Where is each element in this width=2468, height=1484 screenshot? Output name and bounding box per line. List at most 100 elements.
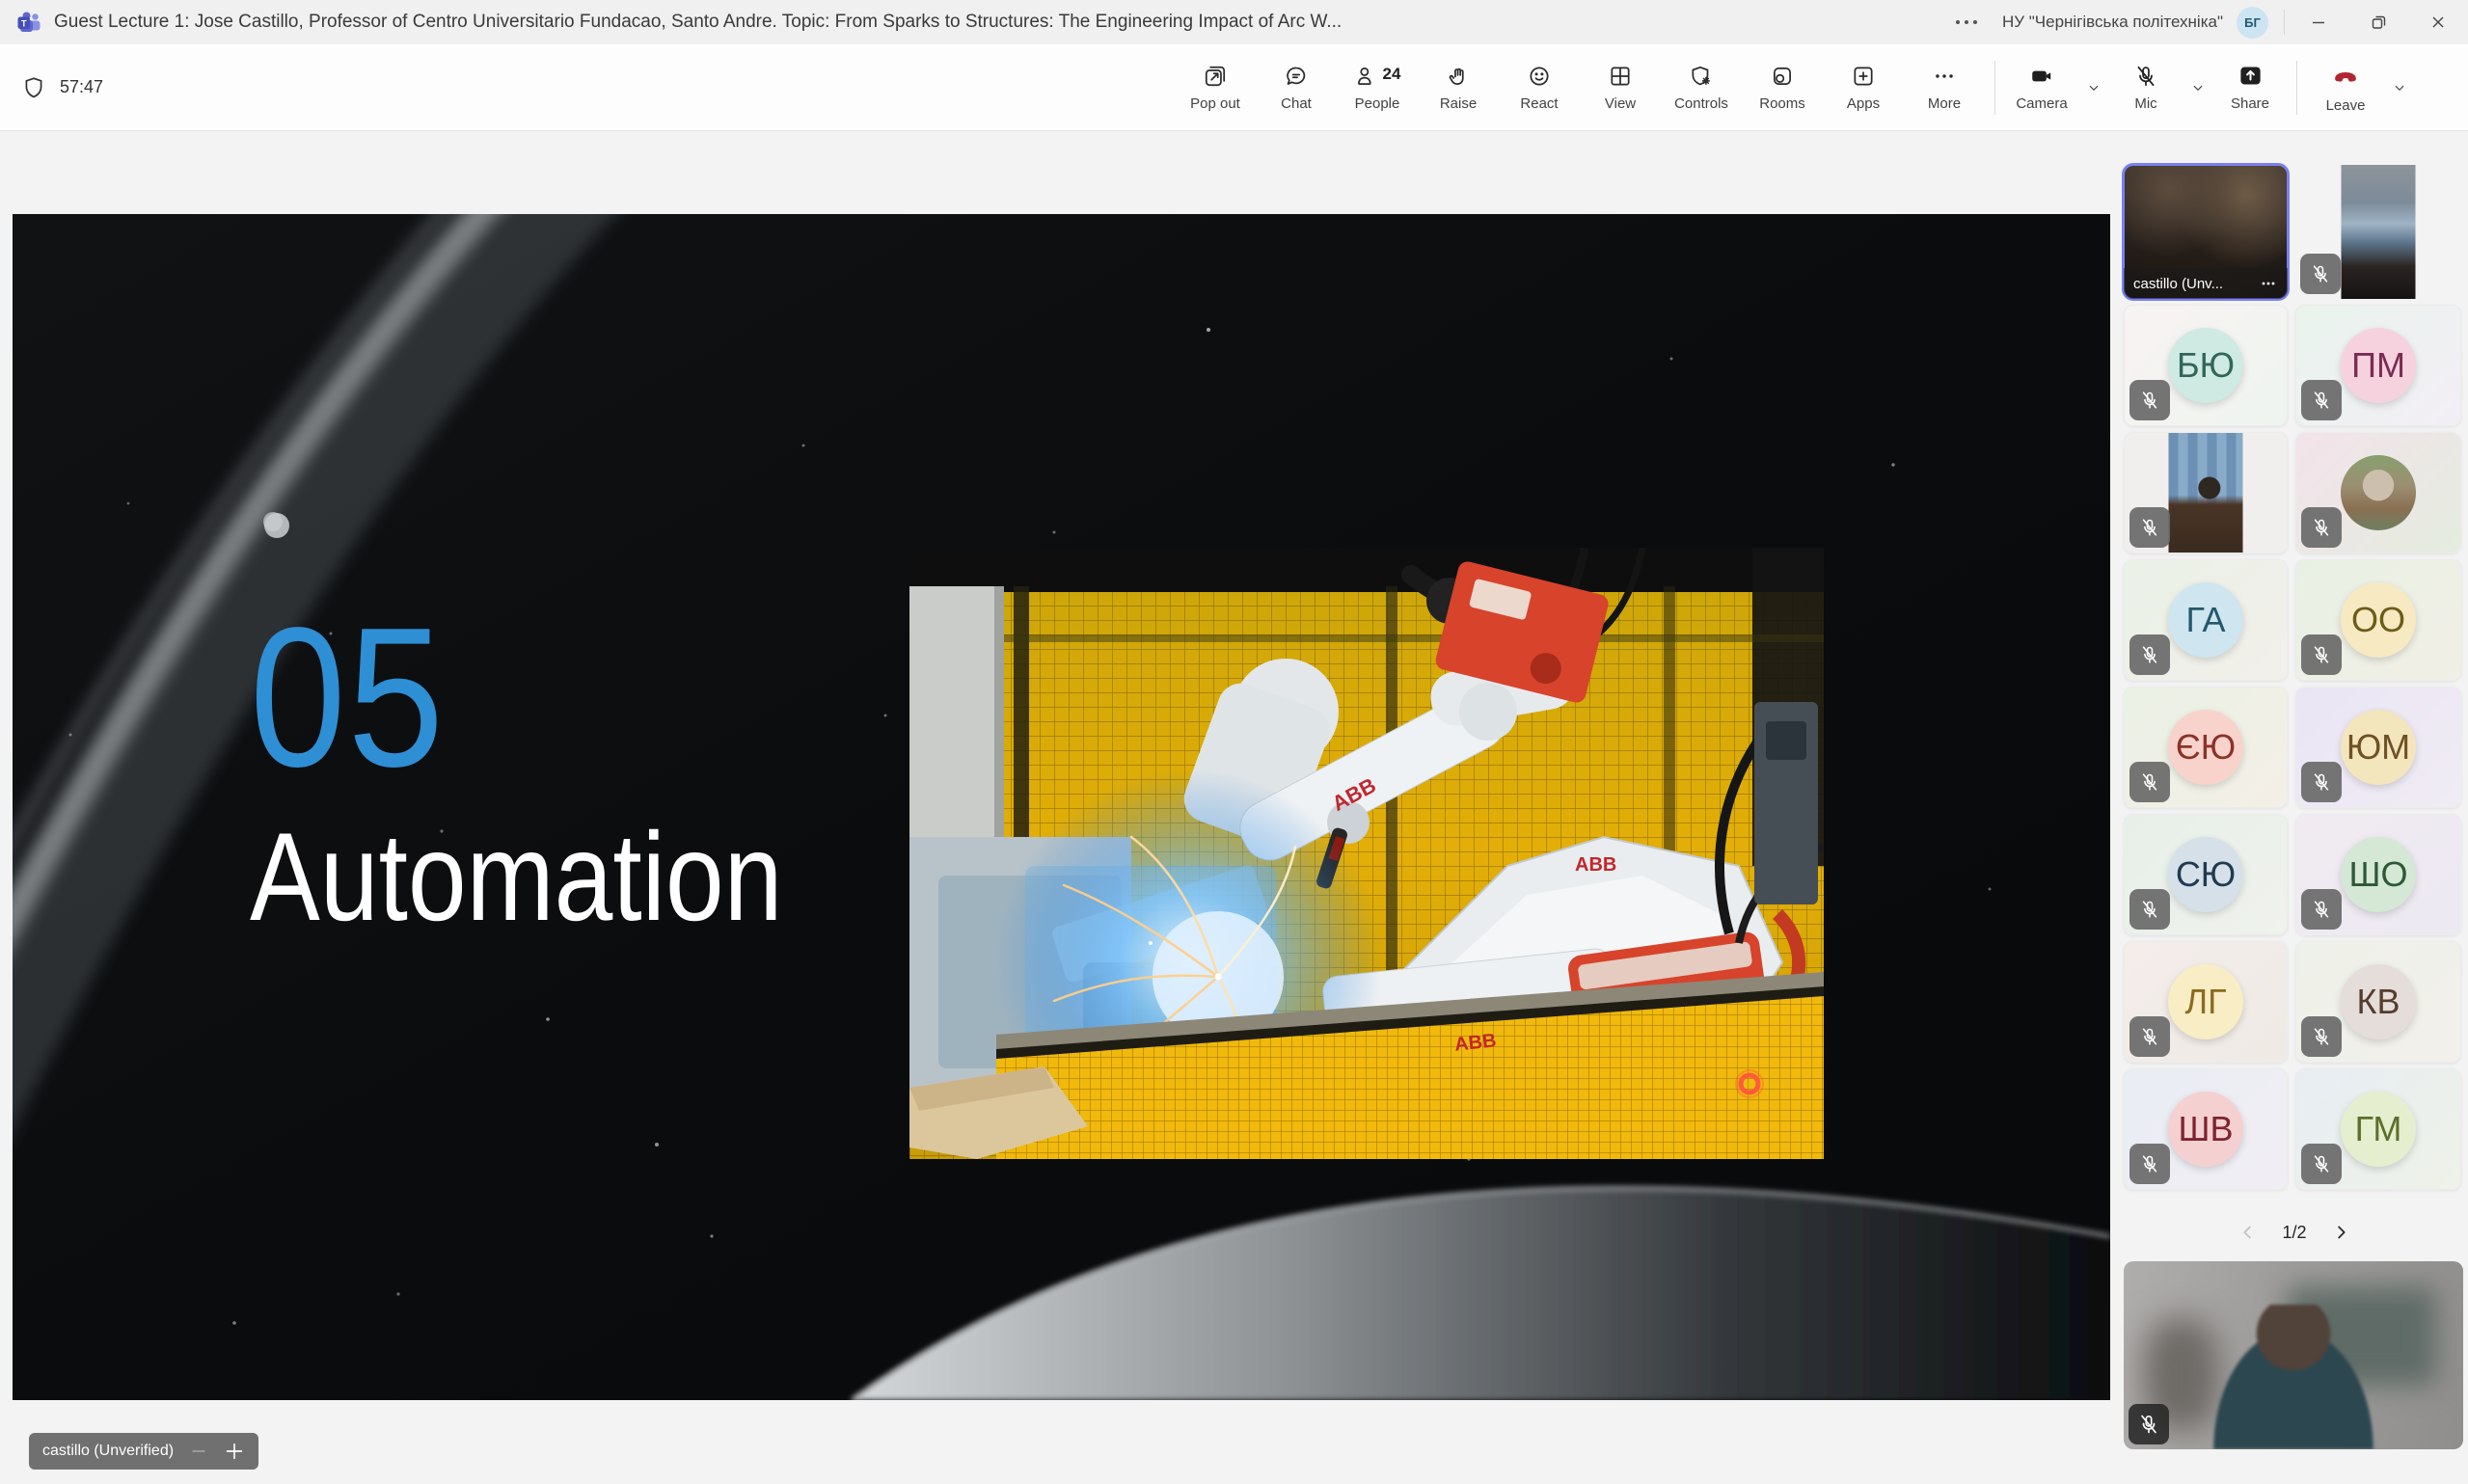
rooms-icon (1770, 64, 1795, 89)
participant-tile-photo-2[interactable] (2295, 432, 2461, 553)
participant-tile[interactable]: БЮ (2124, 305, 2288, 426)
participant-tile[interactable]: ГМ (2295, 1068, 2461, 1190)
avatar: ШВ (2168, 1092, 2243, 1167)
robot-brand-label-3: ABB (1453, 1030, 1497, 1055)
share-button[interactable]: Share (2213, 47, 2287, 128)
profile-avatar[interactable]: БГ (2237, 7, 2268, 39)
participant-tile[interactable]: ГА (2124, 559, 2288, 681)
shield-icon (21, 75, 46, 100)
org-account-name[interactable]: НУ "Чернігівська політехніка" (2002, 13, 2223, 32)
camera-chevron[interactable] (2078, 47, 2109, 128)
toolbar-divider-2 (2296, 61, 2297, 115)
react-smiley-icon (1527, 64, 1552, 89)
leave-button[interactable]: Leave (2307, 47, 2384, 128)
tile-more-icon[interactable] (2259, 274, 2278, 293)
presenter-pill[interactable]: castillo (Unverified) (29, 1433, 258, 1470)
mute-badge (2301, 889, 2342, 930)
meeting-timer: 57:47 (21, 44, 103, 130)
participant-tile[interactable]: ОО (2295, 559, 2461, 681)
participant-tile[interactable]: ЮМ (2295, 687, 2461, 808)
title-bar: T Guest Lecture 1: Jose Castillo, Profes… (0, 0, 2468, 44)
robot-welding-photo: ABB ABB ABB (909, 548, 1824, 1159)
controls-button[interactable]: Controls (1661, 47, 1742, 128)
apps-label: Apps (1847, 95, 1880, 112)
people-icon (1354, 64, 1379, 89)
robot-brand-label-2: ABB (1575, 854, 1616, 876)
avatar: ШО (2341, 837, 2416, 912)
people-count-badge: 24 (1383, 66, 1401, 82)
rooms-button[interactable]: Rooms (1742, 47, 1823, 128)
people-button[interactable]: 24 People (1337, 47, 1418, 128)
avatar: ЛГ (2168, 964, 2243, 1039)
popout-button[interactable]: Pop out (1175, 47, 1256, 128)
leave-label: Leave (2326, 97, 2366, 114)
camera-button[interactable]: Camera (2005, 47, 2078, 128)
page-prev-icon[interactable] (2237, 1222, 2259, 1243)
mute-badge (2301, 380, 2342, 420)
participants-pager: 1/2 (2121, 1211, 2468, 1254)
view-button[interactable]: View (1580, 47, 1661, 128)
mute-badge (2301, 762, 2342, 802)
close-button[interactable] (2408, 0, 2468, 44)
leave-phone-icon (2331, 62, 2360, 91)
avatar: ЄЮ (2168, 710, 2243, 785)
mic-button[interactable]: Mic (2109, 47, 2183, 128)
participant-tile[interactable]: ЄЮ (2124, 687, 2288, 808)
window-title: Guest Lecture 1: Jose Castillo, Professo… (54, 12, 1342, 33)
page-next-icon[interactable] (2330, 1222, 2351, 1243)
participant-tile-photo[interactable] (2124, 432, 2288, 553)
apps-button[interactable]: Apps (1823, 47, 1904, 128)
mic-muted-icon (2311, 390, 2332, 411)
participant-tile[interactable]: ЛГ (2124, 941, 2288, 1063)
mic-muted-icon (2139, 1026, 2160, 1047)
titlebar-more-icon[interactable] (1956, 20, 1977, 24)
mic-muted-icon (2311, 517, 2332, 538)
avatar: ОО (2341, 582, 2416, 658)
video-tile-castillo[interactable]: castillo (Unv... (2124, 165, 2288, 299)
mic-muted-icon (2310, 263, 2331, 284)
video-tile-participant-2[interactable] (2295, 165, 2461, 299)
zoom-out-icon[interactable] (189, 1442, 208, 1461)
raise-hand-button[interactable]: Raise (1418, 47, 1499, 128)
mic-chevron[interactable] (2183, 47, 2213, 128)
react-button[interactable]: React (1499, 47, 1580, 128)
teams-meeting-window: T Guest Lecture 1: Jose Castillo, Profes… (0, 0, 2468, 1484)
mic-muted-icon (2137, 1413, 2160, 1436)
more-ellipsis-icon (1932, 64, 1957, 89)
camera-icon (2029, 64, 2054, 89)
avatar: ПМ (2341, 328, 2416, 403)
mute-badge (2129, 889, 2170, 930)
chat-button[interactable]: Chat (1256, 47, 1337, 128)
mute-badge (2129, 634, 2170, 675)
participant-tile[interactable]: КВ (2295, 941, 2461, 1063)
participant-tile[interactable]: ШО (2295, 814, 2461, 935)
self-silhouette (2197, 1305, 2390, 1449)
react-label: React (1520, 95, 1558, 112)
zoom-in-icon[interactable] (224, 1441, 245, 1462)
controls-label: Controls (1674, 95, 1728, 112)
slide-title: Automation (250, 814, 782, 939)
mic-muted-icon (2139, 644, 2160, 665)
participant-tile[interactable]: ПМ (2295, 305, 2461, 426)
view-grid-icon (1608, 64, 1633, 89)
presenter-name: castillo (Unverified) (42, 1443, 174, 1460)
mic-muted-icon (2133, 64, 2158, 89)
mute-badge (2129, 507, 2170, 548)
teams-logo-icon: T (15, 9, 42, 36)
mute-badge (2129, 762, 2170, 802)
timer-value: 57:47 (60, 77, 103, 97)
apps-plus-icon (1851, 64, 1876, 89)
restore-button[interactable] (2348, 0, 2408, 44)
mic-muted-icon (2311, 899, 2332, 920)
leave-chevron[interactable] (2384, 47, 2415, 128)
more-button[interactable]: More (1904, 47, 1985, 128)
minimize-button[interactable] (2289, 0, 2348, 44)
self-view-video[interactable] (2124, 1261, 2463, 1449)
participant-tile[interactable]: ШВ (2124, 1068, 2288, 1190)
titlebar-divider (2284, 10, 2285, 35)
controls-shield-gear-icon (1689, 64, 1714, 89)
participant-tile[interactable]: СЮ (2124, 814, 2288, 935)
page-indicator: 1/2 (2282, 1223, 2306, 1243)
raise-label: Raise (1440, 95, 1477, 112)
avatar: ГА (2168, 582, 2243, 658)
